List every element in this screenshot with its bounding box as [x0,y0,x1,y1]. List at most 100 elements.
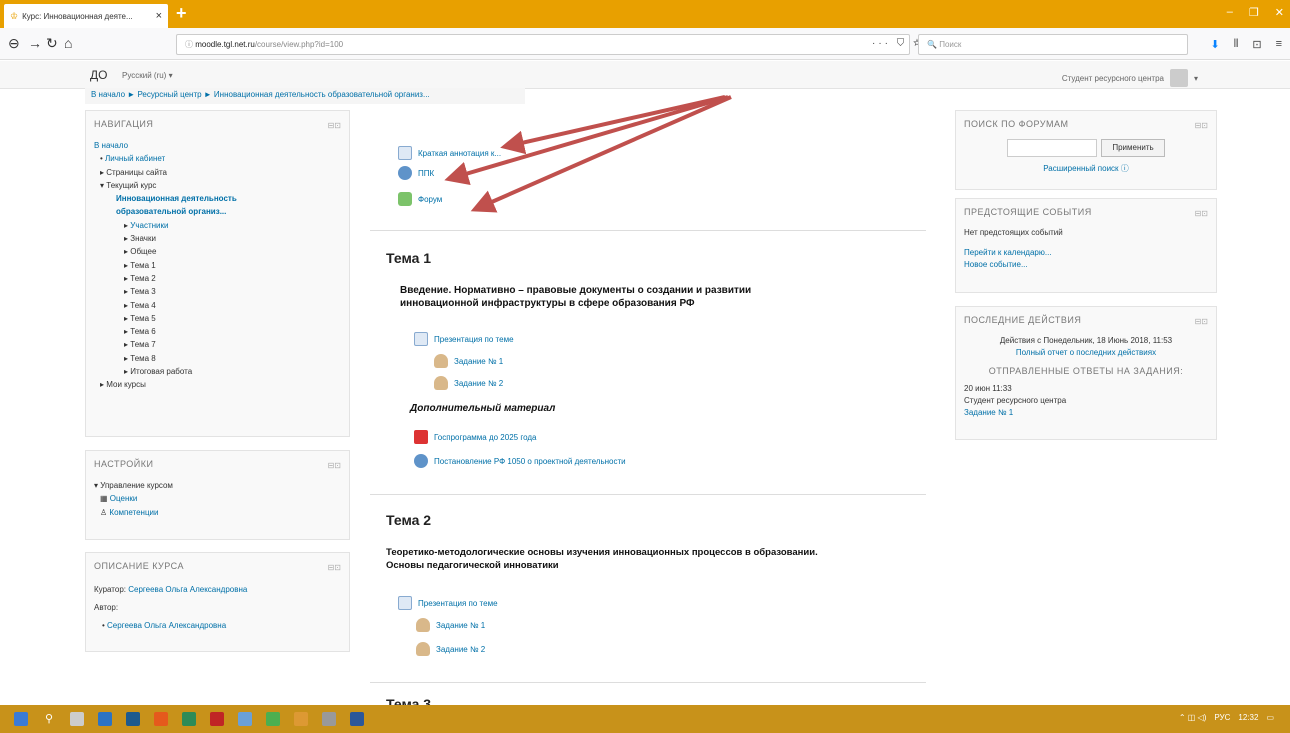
block-controls-icon[interactable]: ⊟⊡ [328,461,341,470]
nav-item[interactable]: ▸ Участники [94,219,341,232]
nav-item[interactable]: ▸ Итоговая работа [94,365,341,378]
nav-current-course[interactable]: ▾ Текущий курс [94,179,341,192]
nav-home-link[interactable]: В начало [94,141,128,150]
activity-annotation-label[interactable]: Краткая аннотация к... [418,149,501,158]
app-icon[interactable] [322,712,336,726]
clock[interactable]: 12:32 [1238,713,1258,722]
site-brand[interactable]: ДО [90,68,107,82]
nav-item[interactable]: ▸ Тема 3 [94,285,341,298]
topic-1-task-1-label[interactable]: Задание № 1 [454,357,503,366]
advanced-search-link[interactable]: Расширенный поиск ⓘ [1043,164,1129,173]
topic-1-extra-2-label[interactable]: Постановление РФ 1050 о проектной деятел… [434,457,626,466]
nav-dashboard-link[interactable]: Личный кабинет [105,154,165,163]
activity-forum[interactable]: Форум [398,192,442,206]
settings-grades[interactable]: ▦ Оценки [94,492,341,505]
app-icon[interactable] [266,712,280,726]
author-link[interactable]: Сергеева Ольга Александровна [107,621,226,630]
block-controls-icon[interactable]: ⊟⊡ [328,121,341,130]
activity-annotation[interactable]: Краткая аннотация к... [398,146,501,160]
pdf-reader-icon[interactable] [210,712,224,726]
breadcrumb[interactable]: В начало ► Ресурсный центр ► Инновационн… [85,88,525,104]
app-icon[interactable] [294,712,308,726]
new-tab-icon[interactable]: + [176,3,187,24]
nav-participants[interactable]: Участники [130,221,168,230]
word-icon[interactable] [350,712,364,726]
topic-1-presentation-label[interactable]: Презентация по теме [434,335,514,344]
home-icon[interactable]: ⌂ [64,35,72,51]
back-icon[interactable]: ⊖ [8,35,20,52]
topic-2-presentation-label[interactable]: Презентация по теме [418,599,498,608]
reload-icon[interactable]: ↻ [46,35,58,52]
apply-button[interactable]: Применить [1101,139,1165,157]
close-tab-icon[interactable]: × [156,10,162,22]
topic-2-task-2-label[interactable]: Задание № 2 [436,645,485,654]
activity-forum-label[interactable]: Форум [418,195,442,204]
topic-2-task-2[interactable]: Задание № 2 [416,642,485,656]
nav-course-name[interactable]: Инновационная деятельность образовательно… [94,192,341,219]
topic-1-task-1[interactable]: Задание № 1 [434,354,503,368]
activity-ppk-label[interactable]: ППК [418,169,434,178]
block-controls-icon[interactable]: ⊟⊡ [1195,317,1208,326]
settings-competencies[interactable]: ♙ Компетенции [94,506,341,519]
grades-link[interactable]: Оценки [110,494,138,503]
topic-2-presentation[interactable]: Презентация по теме [398,596,498,610]
topic-2-task-1[interactable]: Задание № 1 [416,618,485,632]
nav-home[interactable]: В начало [94,139,341,152]
menu-icon[interactable]: ≡ [1276,38,1282,51]
nav-item[interactable]: ▸ Тема 5 [94,312,341,325]
sidebar-icon[interactable]: ⊡ [1252,38,1261,51]
nav-item[interactable]: ▸ Тема 1 [94,259,341,272]
nav-item[interactable]: ▸ Значки [94,232,341,245]
forum-search-input[interactable] [1007,139,1098,157]
library-icon[interactable]: ⫴ [1234,38,1239,51]
block-controls-icon[interactable]: ⊟⊡ [328,563,341,572]
task-view-icon[interactable] [70,712,84,726]
nav-item[interactable]: ▸ Тема 2 [94,272,341,285]
page-actions-icon[interactable]: ··· ⛉ ☆ [872,38,924,49]
nav-item[interactable]: ▸ Общее [94,245,341,258]
topic-1-task-2-label[interactable]: Задание № 2 [454,379,503,388]
nav-item[interactable]: ▸ Тема 7 [94,338,341,351]
topic-1-extra-1[interactable]: Госпрограмма до 2025 года [414,430,536,444]
nav-my-courses[interactable]: ▸ Мои курсы [94,378,341,391]
nav-dashboard[interactable]: • Личный кабинет [94,152,341,165]
maximize-icon[interactable]: ❐ [1249,6,1259,19]
windows-start-icon[interactable] [14,712,28,726]
tray-icons[interactable]: ⌃ ◫ ◁) [1179,713,1207,722]
topic-1-extra-2[interactable]: Постановление РФ 1050 о проектной деятел… [414,454,626,468]
competencies-link[interactable]: Компетенции [109,508,158,517]
nav-site-pages[interactable]: ▸ Страницы сайта [94,166,341,179]
activity-ppk[interactable]: ППК [398,166,434,180]
firefox-icon[interactable] [154,712,168,726]
nav-item[interactable]: ▸ Тема 8 [94,352,341,365]
edge-icon[interactable] [98,712,112,726]
curator-link[interactable]: Сергеева Ольга Александровна [128,585,247,594]
forward-icon[interactable]: → [28,35,42,51]
search-icon[interactable]: ⚲ [42,712,56,726]
explorer-icon[interactable] [126,712,140,726]
minimize-icon[interactable]: – [1227,6,1233,19]
nav-course-line1[interactable]: Инновационная деятельность [116,194,237,203]
browser-tab[interactable]: ♔ Курс: Инновационная деяте... × [4,4,168,28]
close-window-icon[interactable]: ✕ [1275,6,1284,19]
keyboard-language[interactable]: РУС [1214,713,1230,722]
course-admin[interactable]: ▾ Управление курсом [94,479,341,492]
app-icon[interactable] [182,712,196,726]
full-report-link[interactable]: Полный отчет о последних действиях [1016,348,1156,357]
downloads-icon[interactable]: ⬇ [1211,38,1220,51]
notifications-icon[interactable]: ▭ [1266,713,1274,722]
nav-course-line2[interactable]: образовательной организ... [116,207,226,216]
url-bar[interactable]: ⓘ moodle.tgl.net.ru/course/view.php?id=1… [176,34,910,55]
block-controls-icon[interactable]: ⊟⊡ [1195,121,1208,130]
user-menu[interactable]: Студент ресурсного центра ▾ [1062,69,1198,87]
new-event-link[interactable]: Новое событие... [964,260,1028,269]
submission-task-link[interactable]: Задание № 1 [964,408,1013,417]
block-controls-icon[interactable]: ⊟⊡ [1195,209,1208,218]
topic-2-task-1-label[interactable]: Задание № 1 [436,621,485,630]
topic-1-extra-1-label[interactable]: Госпрограмма до 2025 года [434,433,536,442]
nav-item[interactable]: ▸ Тема 4 [94,299,341,312]
browser-search-input[interactable]: 🔍 Поиск [918,34,1188,55]
nav-item[interactable]: ▸ Тема 6 [94,325,341,338]
app-icon[interactable] [238,712,252,726]
site-info-icon[interactable]: ⓘ [185,39,193,50]
